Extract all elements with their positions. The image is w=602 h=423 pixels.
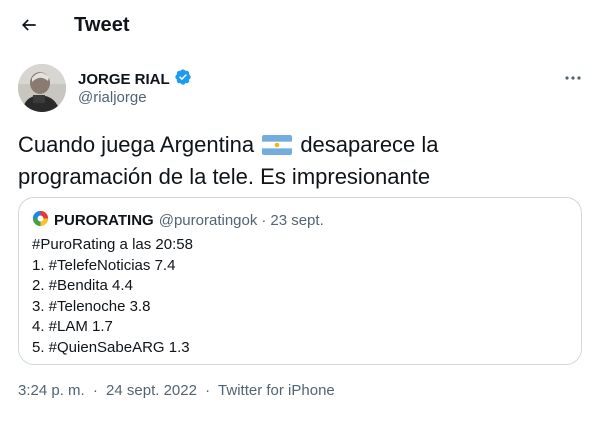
back-button[interactable] [12,10,46,44]
tweet-time[interactable]: 3:24 p. m. [18,382,85,399]
verified-badge-icon [174,68,192,91]
tweet-text-part-1: Cuando juega Argentina [18,132,261,157]
tweet-text: Cuando juega Argentina desaparece la pro… [18,130,578,191]
tweet-meta: 3:24 p. m. · 24 sept. 2022 · Twitter for… [18,382,335,399]
meta-separator: · [92,382,98,399]
quoted-line: 1. #TelefeNoticias 7.4 [32,256,176,274]
argentina-flag-icon [262,133,293,162]
quoted-line: 5. #QuienSabeARG 1.3 [32,338,190,356]
avatar[interactable] [18,64,66,112]
author-name-row[interactable]: JORGE RIAL [78,68,192,91]
quoted-tweet[interactable]: PURORATING @puroratingok · 23 sept. #Pur… [18,197,582,365]
quoted-author-handle: @puroratingok [158,212,258,229]
quoted-line: 2. #Bendita 4.4 [32,277,133,295]
top-bar: Tweet [0,0,602,52]
quoted-line: #PuroRating a las 20:58 [32,236,193,253]
quoted-tweet-header: PURORATING @puroratingok · 23 sept. [32,210,324,231]
page-title: Tweet [74,14,130,36]
author-handle[interactable]: @rialjorge [78,89,147,106]
more-horizontal-icon [564,68,582,86]
quoted-tweet-body: #PuroRating a las 20:58 1. #TelefeNotici… [32,235,193,359]
quoted-author-name: PURORATING [54,212,154,229]
quoted-line: 4. #LAM 1.7 [32,318,113,336]
quoted-date: 23 sept. [270,212,324,229]
quoted-separator: · [261,212,267,229]
purorating-logo-icon [32,210,49,231]
avatar-image [18,64,66,112]
tweet-date[interactable]: 24 sept. 2022 [106,382,197,399]
quoted-line: 3. #Telenoche 3.8 [32,297,151,315]
more-button[interactable] [560,66,586,88]
meta-separator: · [205,382,211,399]
tweet-source[interactable]: Twitter for iPhone [218,382,335,399]
arrow-left-icon [19,15,39,40]
author-name[interactable]: JORGE RIAL [78,71,170,88]
